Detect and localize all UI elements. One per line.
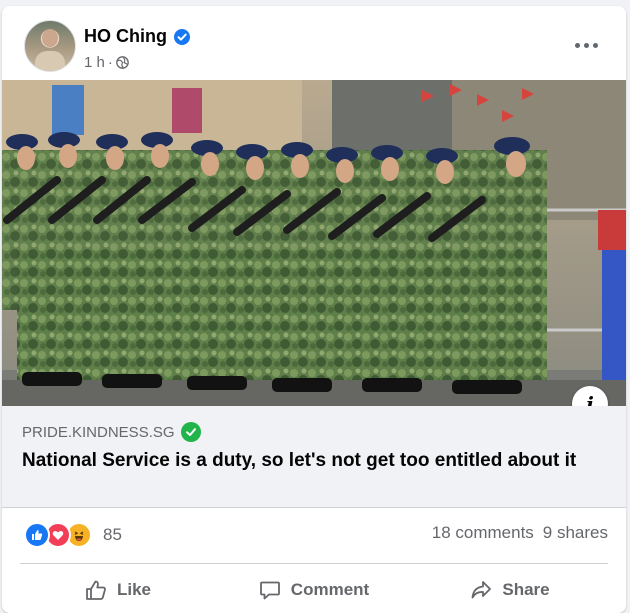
- comment-button[interactable]: Comment: [216, 566, 412, 613]
- like-button[interactable]: Like: [20, 566, 216, 613]
- engagement-stats: 18 comments 9 shares: [432, 523, 608, 543]
- verified-badge-icon: [174, 29, 190, 45]
- article-image[interactable]: [2, 80, 626, 406]
- link-headline[interactable]: National Service is a duty, so let's not…: [22, 448, 582, 473]
- share-arrow-icon: [471, 581, 492, 599]
- reaction-count: 85: [103, 525, 122, 544]
- share-button[interactable]: Share: [412, 566, 608, 613]
- actions-divider: [20, 563, 608, 564]
- avatar-head: [42, 29, 58, 47]
- meta-separator: ·: [107, 54, 113, 71]
- post-actions-bar: Like Comment Share: [20, 566, 608, 613]
- like-reaction-icon: [24, 522, 50, 548]
- comment-label: Comment: [290, 580, 370, 599]
- author-avatar[interactable]: [24, 20, 76, 72]
- share-label: Share: [502, 580, 550, 599]
- post-card: HO Ching 1 h · i PRIDE.KINDNESS.SG Natio…: [2, 6, 626, 613]
- verified-check-icon: [180, 422, 201, 442]
- more-options-button[interactable]: [566, 30, 606, 60]
- comments-count-link[interactable]: 18 comments: [432, 523, 534, 543]
- shares-count-link[interactable]: 9 shares: [543, 523, 608, 543]
- avatar-shirt: [35, 51, 65, 71]
- link-domain-text: PRIDE.KINDNESS.SG: [22, 423, 175, 441]
- thumbs-up-icon: [86, 580, 106, 600]
- link-preview[interactable]: PRIDE.KINDNESS.SG National Service is a …: [2, 406, 626, 508]
- link-domain: PRIDE.KINDNESS.SG: [22, 422, 201, 442]
- author-name[interactable]: HO Ching: [84, 26, 167, 47]
- dot-icon: [592, 42, 598, 48]
- soldiers-photo: [2, 80, 626, 406]
- post-meta: 1 h ·: [84, 54, 129, 71]
- post-time[interactable]: 1 h: [84, 54, 105, 71]
- reactions-summary[interactable]: 85: [24, 522, 122, 548]
- dot-icon: [583, 42, 589, 48]
- globe-icon: [116, 56, 129, 69]
- dot-icon: [574, 42, 580, 48]
- like-label: Like: [116, 580, 152, 599]
- comment-bubble-icon: [259, 581, 280, 600]
